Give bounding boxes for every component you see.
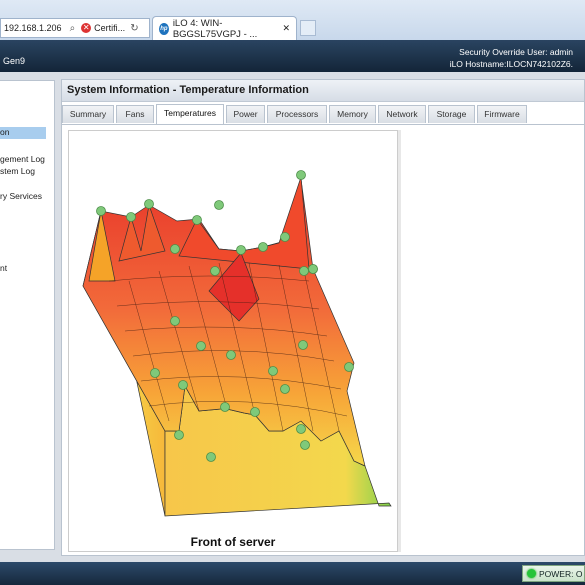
temperature-3d-surface: [82, 170, 392, 517]
nav-item-selected[interactable]: on: [0, 127, 46, 139]
page-title: System Information - Temperature Informa…: [67, 84, 309, 96]
power-led-icon: [527, 569, 536, 578]
sensor-dot[interactable]: [96, 206, 106, 216]
ilo-hostname: iLO Hostname:ILOCN742102Z6.: [449, 59, 573, 69]
power-status-label: POWER: O: [539, 568, 583, 579]
browser-tab-ilo[interactable]: hp iLO 4: WIN-BGGSL75VGPJ - ... ✕: [152, 16, 297, 40]
header-info: Security Override User: admin iLO Hostna…: [450, 46, 573, 70]
sensor-dot[interactable]: [214, 200, 224, 210]
page-title-bar: System Information - Temperature Informa…: [62, 80, 584, 102]
server-model: Gen9: [3, 56, 26, 66]
sensor-dot[interactable]: [298, 340, 308, 350]
sensor-dot[interactable]: [344, 362, 354, 372]
graph-caption: Front of server: [190, 535, 276, 549]
sensor-dot[interactable]: [299, 266, 309, 276]
certificate-error[interactable]: ✕ Certifi...: [81, 23, 125, 33]
power-status[interactable]: POWER: O: [522, 565, 585, 582]
sensor-dot[interactable]: [250, 407, 260, 417]
tab-storage[interactable]: Storage: [428, 105, 475, 123]
address-url[interactable]: 192.168.1.206: [1, 23, 62, 33]
sensor-dot[interactable]: [226, 350, 236, 360]
tab-memory[interactable]: Memory: [329, 105, 376, 123]
ilo-header: Gen9 Security Override User: admin iLO H…: [0, 40, 585, 72]
sensor-dot[interactable]: [150, 368, 160, 378]
sensor-dot[interactable]: [268, 366, 278, 376]
nav-item-services[interactable]: ry Services: [0, 191, 42, 201]
tab-fans[interactable]: Fans: [116, 105, 154, 123]
temperature-graph: Front of server: [68, 130, 398, 552]
nav-item-label: on: [0, 127, 10, 137]
sensor-dot[interactable]: [236, 245, 246, 255]
sensor-dot[interactable]: [174, 430, 184, 440]
certificate-error-icon: ✕: [81, 23, 92, 33]
sensor-dot[interactable]: [170, 316, 180, 326]
sensor-dot[interactable]: [170, 244, 180, 254]
sensor-dot[interactable]: [280, 384, 290, 394]
tab-power[interactable]: Power: [226, 105, 265, 123]
left-navigation: on gement Log stem Log ry Services nt: [0, 80, 55, 550]
sensor-dot[interactable]: [296, 170, 306, 180]
sensor-dot[interactable]: [296, 424, 306, 434]
new-tab-button[interactable]: [300, 20, 316, 36]
graph-scrollbar[interactable]: [398, 130, 401, 552]
address-bar[interactable]: 192.168.1.206 ⌕ ✕ Certifi... ↻: [0, 18, 150, 38]
override-user: Security Override User: admin: [459, 47, 573, 57]
tab-bar: Summary Fans Temperatures Power Processo…: [62, 104, 584, 125]
status-bar: [0, 562, 585, 585]
nav-item-management[interactable]: nt: [0, 263, 7, 273]
search-icon[interactable]: ⌕: [70, 23, 76, 34]
sensor-dot[interactable]: [280, 232, 290, 242]
tab-temperatures[interactable]: Temperatures: [156, 104, 224, 124]
tab-processors[interactable]: Processors: [267, 105, 327, 123]
sensor-dot[interactable]: [144, 199, 154, 209]
close-tab-icon[interactable]: ✕: [282, 23, 290, 34]
sensor-dot[interactable]: [210, 266, 220, 276]
sensor-dot[interactable]: [258, 242, 268, 252]
nav-item-management-log[interactable]: gement Log: [0, 154, 45, 164]
sensor-dot[interactable]: [192, 215, 202, 225]
sensor-dot[interactable]: [308, 264, 318, 274]
sensor-dot[interactable]: [178, 380, 188, 390]
hp-logo-icon: hp: [159, 22, 169, 35]
tab-network[interactable]: Network: [378, 105, 426, 123]
certificate-label: Certifi...: [94, 23, 126, 33]
sensor-dot[interactable]: [206, 452, 216, 462]
tab-firmware[interactable]: Firmware: [477, 105, 527, 123]
tab-summary[interactable]: Summary: [62, 105, 114, 123]
sensor-dot[interactable]: [126, 212, 136, 222]
sensor-dot[interactable]: [220, 402, 230, 412]
nav-item-system-log[interactable]: stem Log: [0, 166, 35, 176]
refresh-icon[interactable]: ↻: [130, 23, 138, 34]
sensor-dot[interactable]: [300, 440, 310, 450]
sensor-dot[interactable]: [196, 341, 206, 351]
browser-tab-title: iLO 4: WIN-BGGSL75VGPJ - ...: [172, 17, 258, 40]
